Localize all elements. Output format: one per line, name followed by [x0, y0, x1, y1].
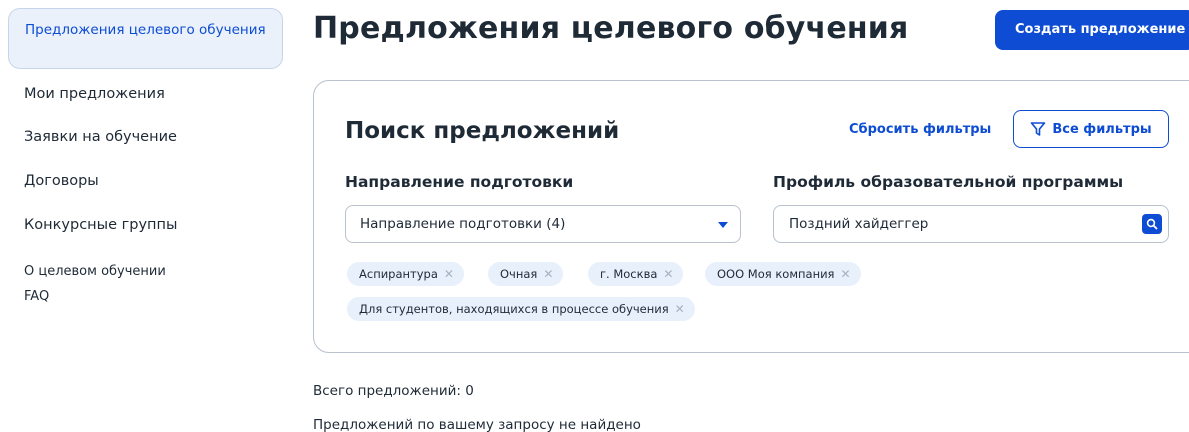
close-icon[interactable]: ✕ — [663, 267, 673, 281]
sidebar-item-my-offers[interactable]: Мои предложения — [24, 86, 165, 102]
page: Предложения целевого обучения Мои предло… — [0, 0, 1189, 432]
total-offers-count: Всего предложений: 0 — [313, 383, 474, 399]
profile-label: Профиль образовательной программы — [773, 173, 1124, 191]
chip-label: Аспирантура — [359, 267, 438, 281]
sidebar-item-applications[interactable]: Заявки на обучение — [24, 129, 177, 145]
chip-label: ООО Моя компания — [717, 267, 835, 281]
search-button[interactable] — [1142, 214, 1162, 234]
sidebar: Предложения целевого обучения Мои предло… — [0, 0, 290, 432]
sidebar-link-about[interactable]: О целевом обучении — [24, 264, 166, 279]
close-icon[interactable]: ✕ — [543, 267, 553, 281]
filter-chip: г. Москва ✕ — [588, 262, 684, 286]
page-title: Предложения целевого обучения — [313, 11, 909, 46]
filter-chip: Очная ✕ — [488, 262, 564, 286]
direction-select-value: Направление подготовки (4) — [360, 216, 566, 232]
close-icon[interactable]: ✕ — [675, 302, 685, 316]
chip-label: Очная — [500, 267, 538, 281]
sidebar-item-label: Предложения целевого обучения — [25, 22, 266, 38]
profile-search-input[interactable] — [775, 207, 1125, 241]
sidebar-item-contracts[interactable]: Договоры — [24, 173, 99, 189]
direction-select[interactable]: Направление подготовки (4) — [345, 205, 741, 243]
chip-label: г. Москва — [600, 267, 658, 281]
search-icon — [1146, 218, 1158, 230]
filter-chip: Для студентов, находящихся в процессе об… — [347, 297, 695, 321]
chip-label: Для студентов, находящихся в процессе об… — [359, 302, 669, 316]
filter-chip: ООО Моя компания ✕ — [705, 262, 861, 286]
search-title: Поиск предложений — [345, 118, 620, 144]
create-offer-button[interactable]: Создать предложение — [995, 10, 1189, 50]
direction-label: Направление подготовки — [345, 173, 574, 191]
sidebar-link-faq[interactable]: FAQ — [24, 289, 49, 304]
profile-search-field — [773, 205, 1169, 243]
filter-chip: Аспирантура ✕ — [347, 262, 464, 286]
sidebar-item-competition-groups[interactable]: Конкурсные группы — [24, 217, 177, 233]
close-icon[interactable]: ✕ — [444, 267, 454, 281]
empty-results-message: Предложений по вашему запросу не найдено — [313, 417, 641, 432]
sidebar-item-target-offers[interactable]: Предложения целевого обучения — [8, 8, 283, 69]
all-filters-button[interactable]: Все фильтры — [1013, 110, 1169, 148]
reset-filters-link[interactable]: Сбросить фильтры — [849, 122, 991, 137]
caret-down-icon — [718, 222, 728, 228]
all-filters-label: Все фильтры — [1052, 121, 1152, 137]
close-icon[interactable]: ✕ — [840, 267, 850, 281]
filter-icon — [1031, 122, 1046, 136]
